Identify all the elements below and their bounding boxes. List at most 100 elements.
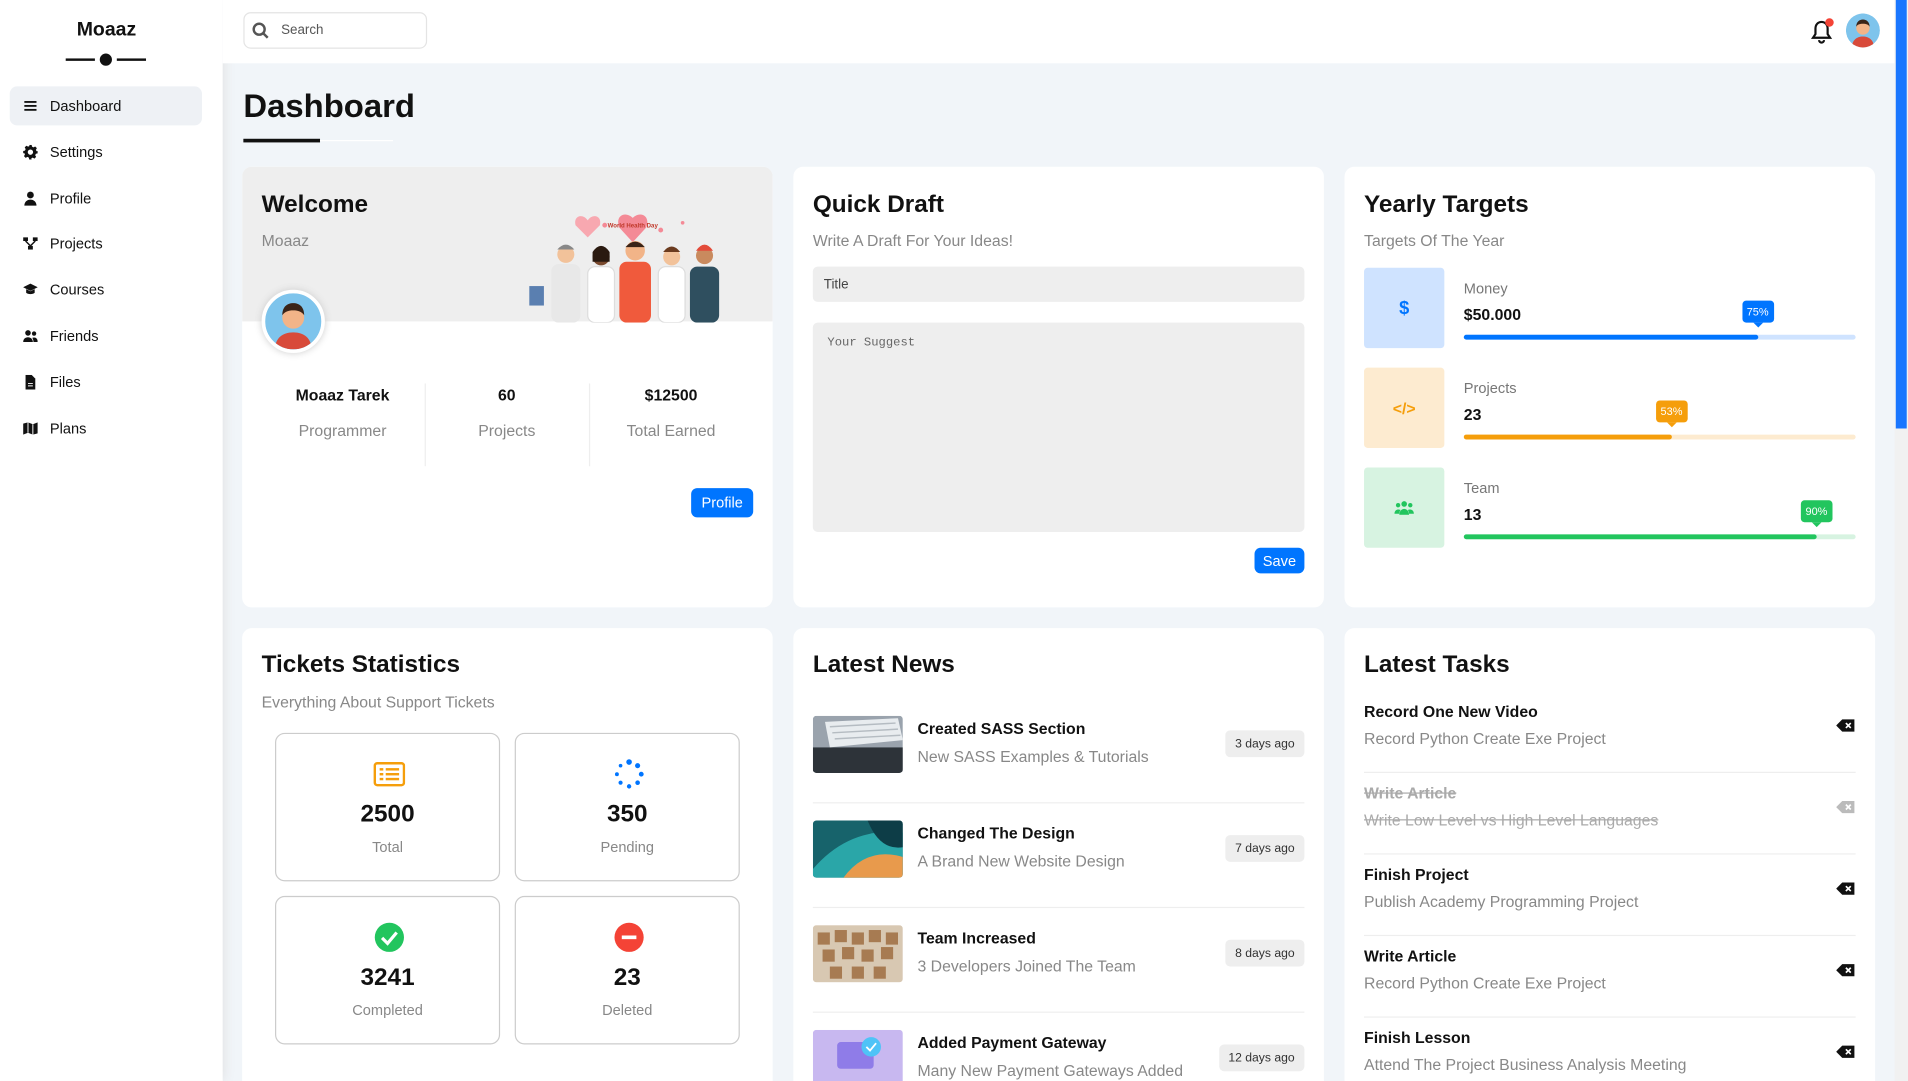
sidebar-item-label: Friends — [49, 327, 99, 345]
avatar[interactable] — [1845, 13, 1880, 48]
stat-value: 60 — [497, 385, 516, 405]
task-description: Record Python Create Exe Project — [1364, 729, 1606, 748]
check-circle-icon — [374, 922, 404, 952]
progress-percent-badge: 75% — [1741, 300, 1774, 328]
welcome-subtitle: Moaaz — [261, 231, 310, 250]
ticket-label: Completed — [352, 1001, 423, 1019]
task-item: Record One New Video Record Python Creat… — [1364, 691, 1856, 773]
sidebar-nav: Dashboard Settings Profile Projects Cour… — [9, 86, 202, 454]
brand-decoration-left — [65, 58, 95, 61]
delete-task-icon[interactable] — [1836, 1044, 1855, 1059]
yearly-targets-card: Yearly Targets Targets Of The Year $ Mon… — [1344, 166, 1876, 608]
tickets-card: Tickets Statistics Everything About Supp… — [242, 628, 773, 1081]
diagram-icon — [22, 236, 38, 252]
progress-percent-badge: 90% — [1800, 500, 1833, 528]
news-headline: Added Payment Gateway — [917, 1033, 1107, 1052]
gear-icon — [22, 144, 38, 160]
task-item: Write Article Record Python Create Exe P… — [1364, 936, 1856, 1018]
news-item[interactable]: Team Increased 3 Developers Joined The T… — [812, 908, 1305, 1013]
sidebar-item-friends[interactable]: Friends — [10, 316, 202, 355]
sidebar-item-courses[interactable]: Courses — [10, 270, 202, 309]
progress-track: 90% — [1463, 500, 1856, 540]
save-button[interactable]: Save — [1254, 547, 1305, 574]
draft-title: Quick Draft — [812, 191, 945, 218]
graduation-cap-icon — [22, 282, 38, 298]
illustration-caption: World Health Day — [608, 223, 659, 230]
news-thumbnail — [812, 925, 903, 983]
news-item[interactable]: Added Payment Gateway Many New Payment G… — [812, 1013, 1305, 1081]
news-date-badge: 3 days ago — [1225, 730, 1305, 758]
sidebar-item-plans[interactable]: Plans — [10, 408, 202, 447]
news-item[interactable]: Created SASS Section New SASS Examples &… — [812, 699, 1305, 804]
stat-label: Programmer — [298, 421, 387, 440]
ticket-label: Deleted — [602, 1001, 653, 1019]
ticket-label: Total — [372, 838, 403, 856]
ticket-pending: 350 Pending — [514, 732, 740, 882]
news-headline: Changed The Design — [917, 824, 1075, 843]
profile-avatar — [261, 289, 325, 354]
task-title: Record One New Video — [1364, 702, 1538, 721]
task-description: Record Python Create Exe Project — [1364, 973, 1606, 993]
page-title-underline — [243, 138, 321, 143]
task-title: Finish Lesson — [1364, 1028, 1471, 1047]
sidebar-item-profile[interactable]: Profile — [10, 178, 202, 217]
target-label: Projects — [1463, 379, 1517, 397]
minus-circle-icon — [614, 922, 644, 952]
task-item: Finish Project Publish Academy Programmi… — [1364, 855, 1856, 937]
target-label: Money — [1463, 279, 1508, 298]
ticket-count: 23 — [613, 964, 641, 991]
tickets-title: Tickets Statistics — [261, 651, 461, 679]
delete-task-icon[interactable] — [1836, 718, 1855, 733]
progress-track: 75% — [1463, 300, 1856, 340]
stat-value: $12500 — [644, 385, 698, 405]
progress-fill — [1463, 434, 1672, 440]
progress-fill — [1463, 534, 1817, 540]
targets-title: Yearly Targets — [1364, 191, 1529, 218]
sidebar-item-label: Projects — [49, 235, 103, 253]
sidebar-item-settings[interactable]: Settings — [10, 132, 202, 171]
welcome-title: Welcome — [261, 191, 369, 218]
sidebar-item-files[interactable]: Files — [10, 362, 202, 401]
ticket-count: 3241 — [360, 964, 415, 991]
delete-task-icon[interactable] — [1836, 881, 1855, 896]
news-thumbnail — [812, 1029, 903, 1081]
delete-task-icon[interactable] — [1836, 800, 1855, 815]
sidebar-item-label: Settings — [49, 143, 103, 161]
target-value: $50.000 — [1463, 305, 1521, 324]
search-box[interactable] — [243, 12, 428, 49]
sidebar-item-dashboard[interactable]: Dashboard — [9, 86, 202, 126]
sidebar-item-projects[interactable]: Projects — [10, 224, 202, 263]
sidebar: Moaaz Dashboard Settings Profile Project… — [0, 0, 223, 1081]
draft-body-textarea[interactable] — [812, 322, 1305, 532]
users-icon — [22, 328, 38, 344]
news-thumbnail — [812, 715, 903, 773]
tasks-title: Latest Tasks — [1364, 651, 1510, 679]
ticket-completed: 3241 Completed — [274, 895, 501, 1045]
scrollbar-thumb[interactable] — [1895, 0, 1907, 429]
search-input[interactable] — [281, 23, 415, 38]
delete-task-icon[interactable] — [1836, 963, 1855, 978]
stat-label: Projects — [478, 421, 536, 440]
profile-button[interactable]: Profile — [691, 488, 754, 518]
task-item: Finish Lesson Attend The Project Busines… — [1364, 1018, 1856, 1081]
brand-decoration-dot — [99, 53, 112, 66]
latest-news-card: Latest News Created SASS Section New SAS… — [793, 628, 1324, 1081]
task-description: Attend The Project Business Analysis Mee… — [1364, 1055, 1687, 1074]
sidebar-item-label: Profile — [49, 189, 92, 207]
draft-subtitle: Write A Draft For Your Ideas! — [812, 231, 1014, 250]
news-item[interactable]: Changed The Design A Brand New Website D… — [812, 803, 1305, 909]
task-description: Write Low Level vs High Level Languages — [1364, 810, 1659, 829]
scrollbar[interactable] — [1894, 0, 1908, 1081]
draft-title-input[interactable] — [812, 266, 1305, 302]
progress-percent-badge: 53% — [1655, 400, 1688, 428]
latest-tasks-card: Latest Tasks Record One New Video Record… — [1344, 628, 1876, 1081]
brand-name: Moaaz — [76, 19, 137, 41]
page-title-underline-light — [320, 139, 394, 142]
dashboard-icon — [22, 98, 38, 114]
target-value: 13 — [1463, 505, 1482, 524]
news-date-badge: 8 days ago — [1225, 939, 1305, 967]
task-title: Write Article — [1364, 783, 1457, 803]
users-icon — [1364, 467, 1445, 548]
targets-subtitle: Targets Of The Year — [1364, 231, 1505, 250]
brand-decoration-right — [116, 58, 147, 61]
